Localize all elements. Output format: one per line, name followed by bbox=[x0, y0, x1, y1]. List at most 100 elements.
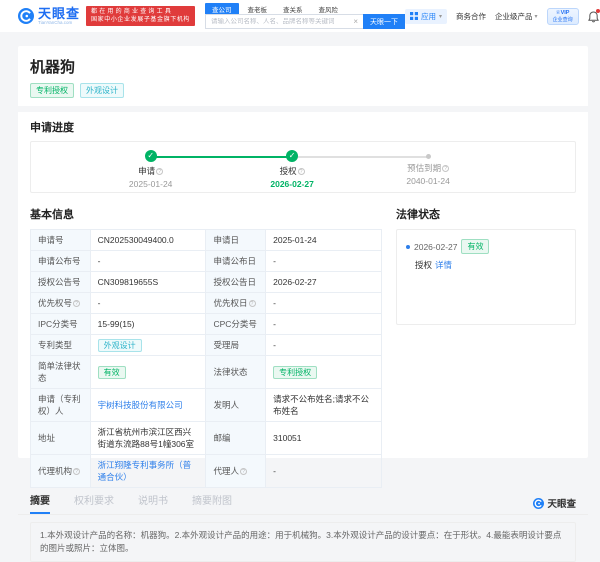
nav-cooperation[interactable]: 商务合作 bbox=[456, 11, 486, 22]
field-label: 地址 bbox=[31, 422, 91, 455]
table-row: 申请公布号-申请公布日- bbox=[31, 251, 382, 272]
tianyancha-logo[interactable]: 天眼查 TianYanCha.com bbox=[18, 7, 80, 25]
search-area: 查公司查老板查关系查风险 × 天眼一下 bbox=[205, 3, 405, 29]
field-value: 2026-02-27 bbox=[266, 272, 382, 293]
field-value: 宇树科技股份有限公司 bbox=[90, 389, 206, 422]
timeline-step-label: 申请? bbox=[106, 165, 196, 177]
search-tab[interactable]: 查风险 bbox=[312, 3, 346, 14]
tab-inactive[interactable]: 说明书 bbox=[138, 492, 168, 514]
status-badge: 有效 bbox=[98, 366, 126, 379]
detail-tabs-bar: 摘要 权利要求 说明书 摘要附图 天眼查 bbox=[18, 494, 588, 515]
field-value: - bbox=[266, 293, 382, 314]
clear-icon[interactable]: × bbox=[351, 17, 360, 26]
field-value: 浙江省杭州市滨江区西兴街道东流路88号1幢306室 bbox=[90, 422, 206, 455]
field-label: 简单法律状态 bbox=[31, 356, 91, 389]
help-icon: ? bbox=[73, 300, 80, 307]
tab-inactive[interactable]: 权利要求 bbox=[74, 492, 114, 514]
timeline-step-label: 预估到期? bbox=[383, 162, 473, 174]
tab-inactive[interactable]: 摘要附图 bbox=[192, 492, 232, 514]
detail-link[interactable]: 详情 bbox=[435, 260, 452, 270]
brand-name: 天眼查 bbox=[38, 7, 80, 20]
table-row: 申请（专利权）人宇树科技股份有限公司发明人请求不公布姓名;请求不公布姓名 bbox=[31, 389, 382, 422]
search-input[interactable] bbox=[211, 18, 351, 25]
help-icon: ? bbox=[249, 300, 256, 307]
tianyancha-watermark-icon bbox=[533, 498, 544, 509]
field-value: CN309819655S bbox=[90, 272, 206, 293]
field-value: - bbox=[266, 314, 382, 335]
field-value: 请求不公布姓名;请求不公布姓名 bbox=[266, 389, 382, 422]
tianyancha-logo-icon bbox=[18, 8, 34, 24]
field-label: 邮编 bbox=[206, 422, 266, 455]
table-row: 地址浙江省杭州市滨江区西兴街道东流路88号1幢306室邮编310051 bbox=[31, 422, 382, 455]
check-circle-icon: ✓ bbox=[286, 150, 298, 162]
search-tab[interactable]: 查老板 bbox=[241, 3, 275, 14]
legal-event: 授权 bbox=[415, 260, 432, 270]
page-background: 机器狗 专利授权外观设计 申请进度 ✓申请?2025-01-24✓授权?2026… bbox=[0, 32, 600, 448]
search-tabs: 查公司查老板查关系查风险 bbox=[205, 3, 405, 14]
help-icon: ? bbox=[73, 468, 80, 475]
notification-bell-icon[interactable] bbox=[588, 10, 599, 22]
field-value: 15-99(15) bbox=[90, 314, 206, 335]
watermark: 天眼查 bbox=[533, 496, 576, 514]
abstract-panel: 1.本外观设计产品的名称：机器狗。2.本外观设计产品的用途：用于机械狗。3.本外… bbox=[30, 522, 576, 562]
timeline-step-label: 授权? bbox=[247, 165, 337, 177]
legal-status-title: 法律状态 bbox=[396, 206, 576, 222]
table-row: IPC分类号15-99(15)CPC分类号- bbox=[31, 314, 382, 335]
grid-icon bbox=[410, 12, 418, 20]
status-badge: 专利授权 bbox=[30, 83, 74, 98]
field-label: 代理机构? bbox=[31, 455, 91, 488]
search-box: × bbox=[205, 14, 363, 29]
timeline-step: 预估到期? 2040-01-24 bbox=[383, 142, 473, 186]
field-value: 浙江翔隆专利事务所（普通合伙） bbox=[90, 455, 206, 488]
table-row: 代理机构? 浙江翔隆专利事务所（普通合伙） 代理人?- bbox=[31, 455, 382, 488]
field-label: 授权公告号 bbox=[31, 272, 91, 293]
search-button[interactable]: 天眼一下 bbox=[363, 14, 405, 29]
progress-section-title: 申请进度 bbox=[30, 119, 576, 135]
apps-label: 应用 bbox=[421, 11, 436, 22]
help-icon: ? bbox=[240, 468, 247, 475]
field-value: - bbox=[266, 455, 382, 488]
field-value-link[interactable]: 浙江翔隆专利事务所（普通合伙） bbox=[98, 460, 192, 482]
field-label: 代理人? bbox=[206, 455, 266, 488]
check-circle-icon: ✓ bbox=[145, 150, 157, 162]
field-value: - bbox=[266, 251, 382, 272]
legal-status-section: 法律状态 2026-02-27有效授权详情 bbox=[396, 206, 576, 488]
table-row: 申请号CN202530049400.0申请日2025-01-24 bbox=[31, 230, 382, 251]
vip-enterprise-button[interactable]: ♕VIP 企业查询 bbox=[547, 8, 579, 25]
page-title: 机器狗 bbox=[30, 56, 576, 77]
status-badge: 外观设计 bbox=[98, 339, 142, 352]
timeline-step-date: 2025-01-24 bbox=[106, 179, 196, 189]
patent-badges: 专利授权外观设计 bbox=[30, 83, 576, 98]
basic-info-section: 基本信息 申请号CN202530049400.0申请日2025-01-24申请公… bbox=[30, 206, 382, 488]
abstract-text: 1.本外观设计产品的名称：机器狗。2.本外观设计产品的用途：用于机械狗。3.本外… bbox=[40, 529, 566, 555]
slogan-banner: 都在用的商业查询工具 国家中小企业发展子基金旗下机构 bbox=[86, 6, 195, 26]
top-header: 天眼查 TianYanCha.com 都在用的商业查询工具 国家中小企业发展子基… bbox=[0, 0, 600, 32]
field-label: IPC分类号 bbox=[31, 314, 91, 335]
progress-timeline: ✓申请?2025-01-24✓授权?2026-02-27预估到期?2040-01… bbox=[30, 141, 576, 193]
field-label: 优先权号? bbox=[31, 293, 91, 314]
search-tab[interactable]: 查关系 bbox=[276, 3, 310, 14]
nav-enterprise-products[interactable]: 企业级产品 ▾ bbox=[495, 11, 538, 22]
field-value: - bbox=[90, 251, 206, 272]
chevron-down-icon: ▾ bbox=[439, 13, 442, 20]
status-badge: 有效 bbox=[461, 239, 489, 254]
search-tab[interactable]: 查公司 bbox=[205, 3, 239, 14]
cooperation-label: 商务合作 bbox=[456, 11, 486, 22]
field-label: 专利类型 bbox=[31, 335, 91, 356]
slogan-line2: 国家中小企业发展子基金旗下机构 bbox=[91, 16, 190, 24]
slogan-line1: 都在用的商业查询工具 bbox=[91, 8, 190, 16]
field-value: CN202530049400.0 bbox=[90, 230, 206, 251]
field-label: 发明人 bbox=[206, 389, 266, 422]
field-label: 授权公告日 bbox=[206, 272, 266, 293]
tab-active[interactable]: 摘要 bbox=[30, 492, 50, 514]
apps-menu[interactable]: 应用 ▾ bbox=[405, 9, 447, 24]
basic-info-title: 基本信息 bbox=[30, 206, 382, 222]
field-label: 申请日 bbox=[206, 230, 266, 251]
timeline-step: ✓授权?2026-02-27 bbox=[247, 142, 337, 189]
notification-dot bbox=[596, 9, 600, 13]
timeline-step-date: 2040-01-24 bbox=[383, 176, 473, 186]
field-value: 有效 bbox=[90, 356, 206, 389]
field-value-link[interactable]: 宇树科技股份有限公司 bbox=[98, 400, 183, 410]
timeline-dot-icon bbox=[426, 154, 431, 159]
vip-label: ♕VIP bbox=[553, 10, 573, 17]
